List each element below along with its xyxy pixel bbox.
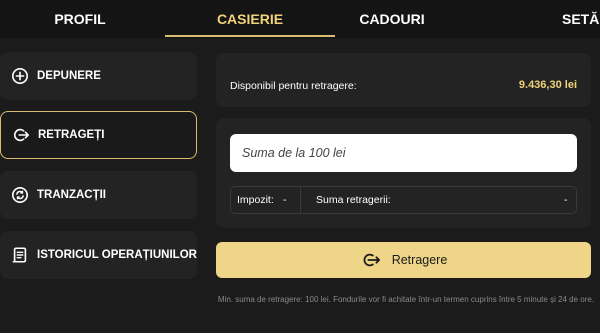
sidebar-item-retrageti[interactable]: RETRAGEȚI — [0, 111, 197, 159]
sidebar-item-label: TRANZACȚII — [37, 189, 106, 201]
sidebar-item-label: DEPUNERE — [37, 70, 101, 82]
tax-summary-divider — [300, 186, 301, 214]
withdraw-amount-label: Suma retragerii: — [316, 194, 391, 206]
withdraw-amount-value: - — [564, 194, 568, 206]
sidebar-item-label: ISTORICUL OPERAȚIUNILOR — [37, 249, 197, 261]
plus-circle-icon — [11, 67, 29, 85]
transactions-cycle-icon — [11, 186, 29, 204]
tax-value: - — [283, 194, 287, 206]
withdraw-button[interactable]: Retragere — [216, 242, 591, 278]
withdraw-arrow-icon — [12, 126, 30, 144]
top-nav: PROFIL CASIERIE CADOURI SETĂ — [0, 0, 600, 38]
active-tab-indicator — [165, 35, 335, 37]
history-document-icon — [11, 246, 29, 264]
withdraw-arrow-icon — [360, 251, 382, 269]
tax-label: Impozit: — [237, 194, 274, 206]
amount-input[interactable] — [230, 134, 577, 172]
sidebar-item-tranzactii[interactable]: TRANZACȚII — [0, 171, 197, 219]
withdraw-note: Min. suma de retragere: 100 lei. Fonduri… — [217, 295, 595, 304]
tab-profil[interactable]: PROFIL — [45, 0, 115, 38]
sidebar-item-depunere[interactable]: DEPUNERE — [0, 52, 197, 100]
tab-casierie[interactable]: CASIERIE — [205, 0, 295, 38]
sidebar-item-label: RETRAGEȚI — [38, 129, 105, 141]
available-value: 9.436,30 lei — [518, 79, 577, 91]
tab-setari[interactable]: SETĂ — [562, 0, 600, 38]
available-label: Disponibil pentru retragere: — [230, 80, 357, 92]
sidebar-item-istoricul-operatiunilor[interactable]: ISTORICUL OPERAȚIUNILOR — [0, 231, 197, 279]
tab-cadouri[interactable]: CADOURI — [350, 0, 434, 38]
withdraw-button-label: Retragere — [391, 253, 448, 267]
